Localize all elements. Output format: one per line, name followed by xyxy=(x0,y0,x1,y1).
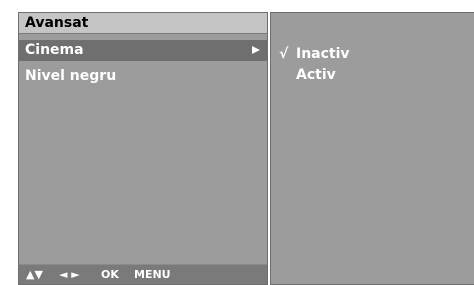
menu-item-black-level[interactable]: Nivel negru xyxy=(19,66,267,87)
submenu-panel: √ Inactiv Activ xyxy=(270,12,474,285)
submenu-arrow-icon xyxy=(252,46,260,54)
ok-hint: OK xyxy=(101,268,119,281)
tv-osd-screen: Avansat Cinema Nivel negru ▲▼ ◄ ► OK MEN… xyxy=(0,0,474,285)
menu-hint: MENU xyxy=(134,268,171,281)
menu-item-label: Cinema xyxy=(25,42,84,58)
menu-item-cinema[interactable]: Cinema xyxy=(19,40,267,61)
check-icon: √ xyxy=(279,46,289,62)
menu-item-label: Nivel negru xyxy=(25,68,117,84)
menu-panel: Avansat Cinema Nivel negru ▲▼ ◄ ► OK MEN… xyxy=(18,12,268,285)
menu-title: Avansat xyxy=(25,15,89,31)
menu-title-bar: Avansat xyxy=(19,13,267,34)
option-activ[interactable]: Activ xyxy=(296,67,336,83)
left-right-arrows-icon: ◄ ► xyxy=(59,268,80,281)
option-inactiv[interactable]: Inactiv xyxy=(296,46,350,62)
up-down-arrows-icon: ▲▼ xyxy=(26,268,43,281)
navigation-hint-bar: ▲▼ ◄ ► OK MENU xyxy=(19,264,267,284)
